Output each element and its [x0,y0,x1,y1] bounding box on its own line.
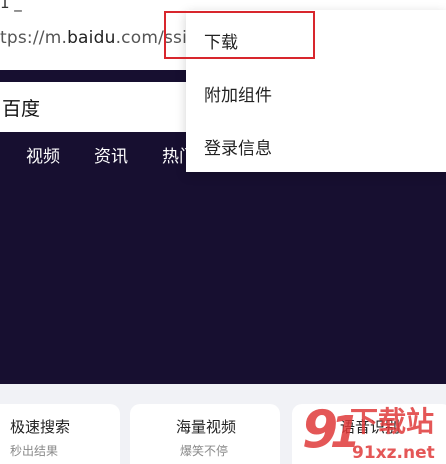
nav-item-video[interactable]: 视频 [26,142,60,167]
site-watermark-logo: 9 1 下载站 91xz.net [302,400,435,463]
card-subtitle: 爆笑不停 [180,444,229,458]
menu-item-label: 登录信息 [204,139,272,159]
feature-card-fast-search[interactable]: 极速搜索 秒出结果 [0,404,120,464]
watermark-brand: 下载站 [350,405,434,438]
search-input-text: 百度 [2,98,41,120]
highlight-box [164,11,315,59]
nav-item-news[interactable]: 资讯 [94,142,128,167]
watermark-site: 91xz.net [352,443,435,463]
menu-item-login-info[interactable]: 登录信息 [186,120,446,172]
menu-item-label: 附加组件 [204,86,272,106]
feature-card-video[interactable]: 海量视频 爆笑不停 [130,404,280,464]
menu-item-addons[interactable]: 附加组件 [186,67,446,119]
card-title: 海量视频 [176,418,237,436]
url-domain: baidu [67,28,116,48]
status-fragment: 1 _ [0,0,22,12]
card-subtitle: 秒出结果 [10,444,59,458]
url-prefix: tps://m. [0,28,68,48]
card-title: 极速搜索 [10,418,71,436]
